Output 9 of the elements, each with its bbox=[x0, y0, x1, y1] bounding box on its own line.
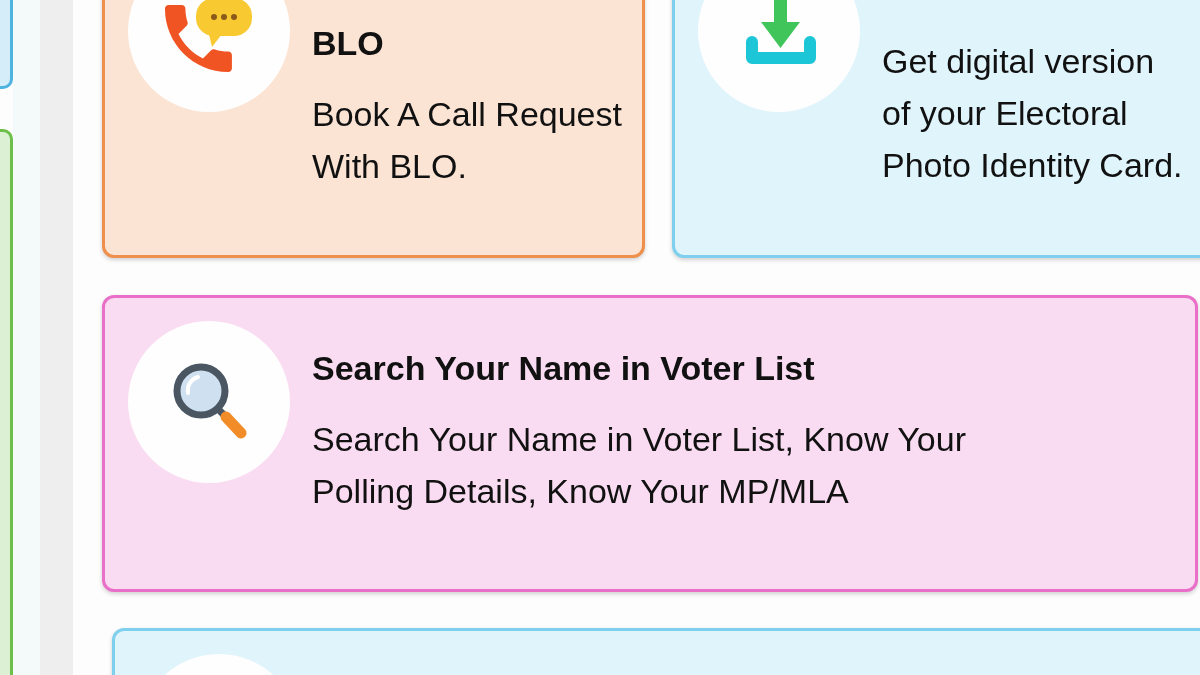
service-card[interactable]: BLO Book A Call Request With BLO. bbox=[102, 0, 645, 258]
card-description: Book A Call Request With BLO. bbox=[312, 94, 623, 187]
card-title: BLO bbox=[312, 23, 384, 64]
service-card[interactable]: Get digital version of your Electoral Photo Identity Card. bbox=[672, 0, 1200, 258]
search-icon bbox=[128, 321, 290, 483]
service-card[interactable]: Search Your Name in Voter List Search Your Name in Voter List, Know Your Polling Details, Know Your MP/MLA bbox=[102, 295, 1198, 592]
card-title: Search Your Name in Voter List bbox=[312, 348, 815, 389]
card-description: Get digital version of your Electoral Photo Identity Card. bbox=[882, 41, 1184, 186]
card-description: Search Your Name in Voter List, Know Your Polling Details, Know Your MP/MLA bbox=[312, 419, 967, 512]
